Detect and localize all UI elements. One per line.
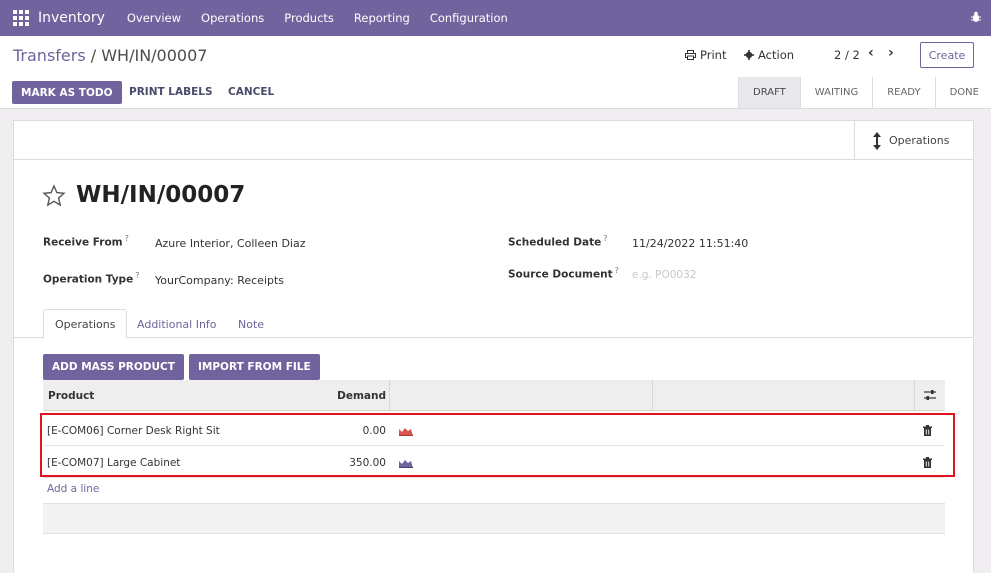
pager-next-icon[interactable]: › bbox=[888, 45, 894, 61]
source-document-input[interactable]: e.g. PO0032 bbox=[632, 269, 696, 281]
action-button[interactable]: Action bbox=[744, 48, 794, 62]
source-document-label: Source Document? bbox=[508, 266, 619, 281]
breadcrumb-transfers[interactable]: Transfers bbox=[13, 46, 86, 65]
pager-value[interactable]: 2 / 2 bbox=[834, 48, 860, 62]
scheduled-date-field[interactable]: 11/24/2022 11:51:40 bbox=[632, 237, 748, 250]
operation-type-field[interactable]: YourCompany: Receipts bbox=[155, 274, 284, 287]
record-title: WH/IN/00007 bbox=[76, 182, 246, 208]
source-document-label-text: Source Document bbox=[508, 268, 613, 281]
operation-type-label-text: Operation Type bbox=[43, 273, 134, 286]
import-from-file-button[interactable]: IMPORT FROM FILE bbox=[189, 354, 320, 380]
help-tooltip-icon[interactable]: ? bbox=[615, 266, 619, 275]
breadcrumb-current: WH/IN/00007 bbox=[101, 46, 208, 65]
breadcrumb-separator: / bbox=[85, 46, 102, 65]
nav-operations[interactable]: Operations bbox=[201, 11, 264, 25]
gear-icon bbox=[744, 50, 754, 60]
breadcrumb: Transfers / WH/IN/00007 bbox=[13, 46, 207, 65]
smart-button-bar: Operations bbox=[14, 121, 973, 160]
star-icon[interactable] bbox=[42, 184, 66, 208]
action-label: Action bbox=[758, 48, 795, 62]
nav-products[interactable]: Products bbox=[284, 11, 334, 25]
vertical-arrows-icon bbox=[873, 131, 881, 150]
optional-columns-sliders-icon[interactable] bbox=[924, 389, 936, 401]
operations-smart-label: Operations bbox=[889, 134, 950, 147]
column-header-demand[interactable]: Demand bbox=[333, 380, 386, 411]
table-footer bbox=[43, 503, 945, 534]
tab-note[interactable]: Note bbox=[227, 309, 275, 339]
print-icon bbox=[685, 50, 696, 60]
create-button[interactable]: Create bbox=[920, 42, 974, 68]
status-bar: DRAFT WAITING READY DONE bbox=[738, 77, 991, 108]
receive-from-label-text: Receive From bbox=[43, 236, 123, 249]
apps-menu-icon[interactable] bbox=[12, 9, 30, 27]
table-header: Product Demand bbox=[43, 380, 945, 411]
form-sheet: Operations WH/IN/00007 Receive From? Azu… bbox=[13, 120, 974, 573]
print-button[interactable]: Print bbox=[685, 48, 726, 62]
add-a-line-link[interactable]: Add a line bbox=[47, 483, 99, 495]
print-labels-button[interactable]: PRINT LABELS bbox=[129, 86, 213, 98]
column-separator bbox=[652, 380, 653, 411]
tab-additional-info[interactable]: Additional Info bbox=[126, 309, 228, 339]
column-header-product[interactable]: Product bbox=[48, 380, 94, 411]
app-name[interactable]: Inventory bbox=[38, 10, 105, 26]
control-panel: Transfers / WH/IN/00007 Print Action 2 /… bbox=[0, 36, 991, 109]
highlight-box bbox=[40, 413, 955, 477]
add-mass-product-button[interactable]: ADD MASS PRODUCT bbox=[43, 354, 184, 380]
operations-smart-button[interactable]: Operations bbox=[854, 121, 973, 160]
help-tooltip-icon[interactable]: ? bbox=[135, 271, 139, 280]
nav-overview[interactable]: Overview bbox=[127, 11, 181, 25]
column-separator bbox=[914, 380, 915, 411]
cancel-button[interactable]: CANCEL bbox=[228, 86, 274, 98]
debug-bug-icon[interactable] bbox=[971, 11, 981, 23]
receive-from-label: Receive From? bbox=[43, 234, 129, 249]
status-done[interactable]: DONE bbox=[934, 77, 991, 108]
receive-from-field[interactable]: Azure Interior, Colleen Diaz bbox=[155, 237, 306, 250]
print-label: Print bbox=[700, 48, 727, 62]
operation-type-label: Operation Type? bbox=[43, 271, 139, 286]
status-waiting[interactable]: WAITING bbox=[799, 77, 873, 108]
top-navbar: Inventory Overview Operations Products R… bbox=[0, 0, 991, 36]
help-tooltip-icon[interactable]: ? bbox=[125, 234, 129, 243]
help-tooltip-icon[interactable]: ? bbox=[603, 234, 607, 243]
tab-operations[interactable]: Operations bbox=[43, 309, 128, 339]
status-draft: DRAFT bbox=[738, 77, 800, 108]
scheduled-date-label: Scheduled Date? bbox=[508, 234, 607, 249]
column-separator bbox=[389, 380, 390, 411]
mark-as-todo-button[interactable]: MARK AS TODO bbox=[12, 81, 122, 104]
status-ready[interactable]: READY bbox=[872, 77, 935, 108]
pager-previous-icon[interactable]: ‹ bbox=[868, 45, 874, 61]
nav-reporting[interactable]: Reporting bbox=[354, 11, 410, 25]
notebook-tabs: Operations Additional Info Note bbox=[14, 309, 973, 339]
scheduled-date-label-text: Scheduled Date bbox=[508, 236, 602, 249]
nav-configuration[interactable]: Configuration bbox=[430, 11, 508, 25]
